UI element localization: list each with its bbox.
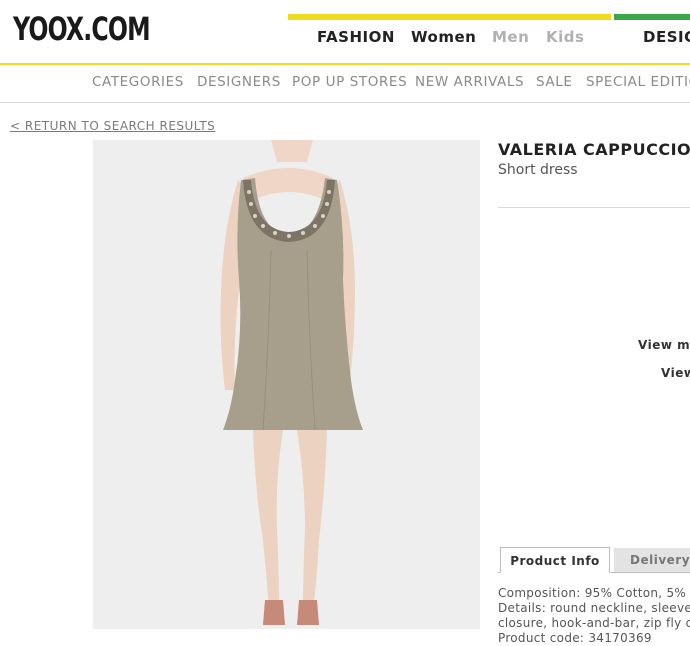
subnav-divider xyxy=(0,102,690,103)
dress-illustration xyxy=(220,140,363,625)
subnav-popup-stores[interactable]: POP UP STORES xyxy=(292,74,407,90)
nav-design[interactable]: DESIG xyxy=(643,28,690,46)
nav-men[interactable]: Men xyxy=(492,28,529,46)
composition-line: Composition: 95% Cotton, 5% L xyxy=(498,586,690,600)
closure-line: closure, hook-and-bar, zip fly c xyxy=(498,616,690,630)
subnav-sale[interactable]: SALE xyxy=(536,74,573,90)
product-divider xyxy=(498,207,690,208)
product-type: Short dress xyxy=(498,162,578,178)
tab-product-info[interactable]: Product Info xyxy=(500,547,610,573)
nav-women[interactable]: Women xyxy=(411,28,476,46)
view-more-link[interactable]: View mo xyxy=(638,338,690,352)
subnav-new-arrivals[interactable]: NEW ARRIVALS xyxy=(415,74,524,90)
header-divider xyxy=(0,63,690,65)
tab-delivery[interactable]: Delivery & xyxy=(614,548,690,572)
yoox-logo[interactable]: YOOX.COM xyxy=(13,10,151,48)
nav-kids[interactable]: Kids xyxy=(546,28,584,46)
view-link[interactable]: View xyxy=(661,366,690,380)
nav-fashion[interactable]: FASHION xyxy=(317,28,395,46)
subnav-special-edition[interactable]: SPECIAL EDITIO xyxy=(586,74,690,90)
product-brand[interactable]: VALERIA CAPPUCCIO xyxy=(498,140,690,159)
fashion-color-bar xyxy=(288,14,611,20)
subnav-designers[interactable]: DESIGNERS xyxy=(197,74,281,90)
details-line: Details: round neckline, sleeve xyxy=(498,601,690,615)
sub-navigation: CATEGORIES DESIGNERS POP UP STORES NEW A… xyxy=(0,74,690,94)
product-image[interactable] xyxy=(93,140,480,629)
design-color-bar xyxy=(614,14,690,20)
product-details: Composition: 95% Cotton, 5% L Details: r… xyxy=(498,586,690,646)
return-to-search-link[interactable]: < RETURN TO SEARCH RESULTS xyxy=(10,119,215,133)
subnav-categories[interactable]: CATEGORIES xyxy=(92,74,184,90)
